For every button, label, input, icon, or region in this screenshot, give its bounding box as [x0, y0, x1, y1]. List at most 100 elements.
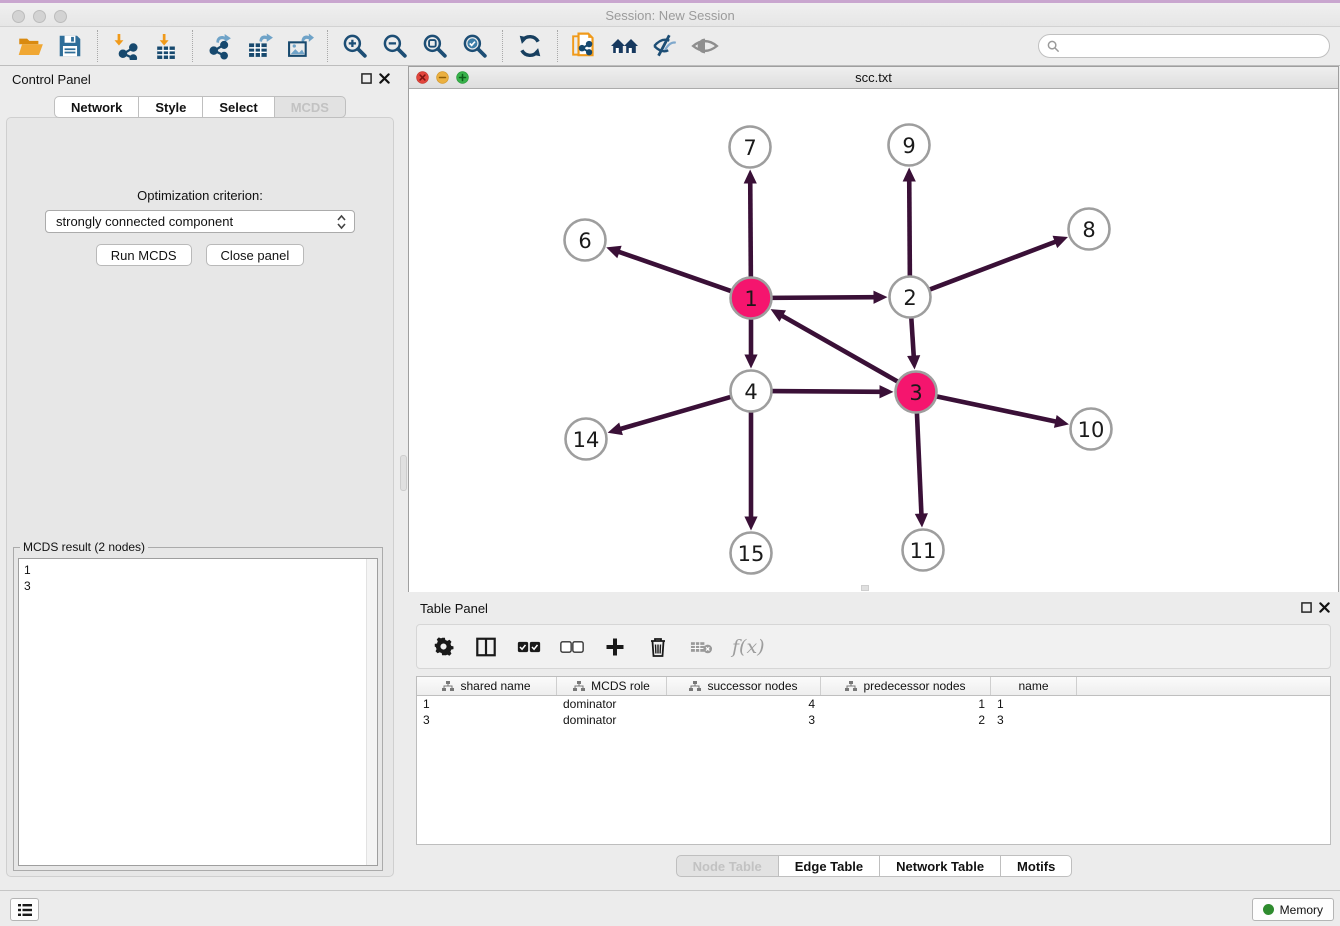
graph-edge-4-3[interactable] — [769, 391, 881, 392]
column-header-name[interactable]: name — [991, 677, 1077, 695]
network-canvas[interactable]: 7968124314101511 — [409, 89, 1338, 592]
tab-mcds[interactable]: MCDS — [275, 96, 346, 118]
import-network-icon[interactable] — [110, 31, 140, 61]
float-panel-icon[interactable] — [361, 73, 372, 84]
network-file-icon[interactable] — [570, 31, 600, 61]
column-header-label: successor nodes — [707, 679, 797, 693]
select-all-rows-icon[interactable] — [517, 635, 541, 659]
tab-node-table[interactable]: Node Table — [676, 855, 779, 877]
toolbar-separator — [192, 30, 193, 62]
table-row[interactable]: 3dominator323 — [417, 712, 1330, 728]
graph-edge-4-14[interactable] — [619, 396, 733, 429]
table-cell[interactable]: 2 — [821, 712, 991, 728]
save-session-icon[interactable] — [55, 31, 85, 61]
float-table-panel-icon[interactable] — [1301, 602, 1312, 613]
close-panel-button[interactable]: Close panel — [206, 244, 305, 266]
edge-arrowhead — [1054, 415, 1069, 428]
memory-label: Memory — [1280, 903, 1323, 917]
table-cell[interactable]: 1 — [991, 696, 1077, 712]
tab-select[interactable]: Select — [203, 96, 274, 118]
network-window-titlebar[interactable]: scc.txt — [409, 67, 1338, 89]
graph-edge-1-2[interactable] — [769, 297, 875, 298]
control-panel-title: Control Panel — [12, 72, 91, 87]
table-cell[interactable]: 3 — [417, 712, 557, 728]
status-bar: Memory — [0, 890, 1340, 926]
table-cell[interactable]: 3 — [991, 712, 1077, 728]
home-layout-icon[interactable] — [610, 31, 640, 61]
graph-edge-2-8[interactable] — [927, 241, 1056, 290]
show-graphics-details-icon[interactable] — [690, 31, 720, 61]
graph-edge-2-3[interactable] — [911, 315, 914, 357]
close-table-panel-icon[interactable] — [1319, 602, 1330, 613]
export-image-icon[interactable] — [285, 31, 315, 61]
result-line: 3 — [24, 578, 377, 594]
edge-arrowhead — [879, 385, 893, 398]
task-history-button[interactable] — [10, 898, 39, 921]
mcds-result-list[interactable]: 13 — [18, 558, 378, 866]
criterion-select[interactable]: strongly connected component — [45, 210, 355, 233]
table-cell[interactable]: 1 — [821, 696, 991, 712]
graph-edge-3-10[interactable] — [934, 396, 1057, 422]
column-visibility-icon[interactable] — [474, 635, 498, 659]
graph-edge-1-6[interactable] — [618, 251, 734, 292]
table-panel-header: Table Panel — [408, 595, 1340, 623]
table-cell[interactable]: 4 — [667, 696, 821, 712]
search-field[interactable] — [1038, 34, 1330, 58]
function-builder-icon[interactable]: f(x) — [732, 636, 765, 658]
hide-graphics-details-icon[interactable] — [650, 31, 680, 61]
result-scrollbar[interactable] — [366, 559, 377, 865]
tab-style[interactable]: Style — [139, 96, 203, 118]
zoom-selected-icon[interactable] — [460, 31, 490, 61]
zoom-fit-icon[interactable] — [420, 31, 450, 61]
result-line: 1 — [24, 562, 377, 578]
toolbar-separator — [502, 30, 503, 62]
tab-network-table[interactable]: Network Table — [880, 855, 1001, 877]
network-window-title: scc.txt — [409, 70, 1338, 85]
export-network-icon[interactable] — [205, 31, 235, 61]
graph-node-label: 10 — [1078, 418, 1105, 442]
graph-node-label: 3 — [909, 381, 922, 405]
memory-button[interactable]: Memory — [1252, 898, 1334, 921]
column-header-shared-name[interactable]: shared name — [417, 677, 557, 695]
canvas-resize-handle[interactable] — [861, 585, 869, 591]
select-spinner-icon — [337, 214, 346, 230]
zoom-in-icon[interactable] — [340, 31, 370, 61]
zoom-out-icon[interactable] — [380, 31, 410, 61]
close-panel-icon[interactable] — [379, 73, 390, 84]
column-header-MCDS-role[interactable]: MCDS role — [557, 677, 667, 695]
column-header-predecessor-nodes[interactable]: predecessor nodes — [821, 677, 991, 695]
graph-edge-1-7[interactable] — [750, 181, 751, 279]
delete-table-icon[interactable] — [689, 635, 713, 659]
network-view-window: scc.txt 7968124314101511 — [408, 66, 1339, 592]
edge-arrowhead — [907, 355, 920, 369]
graph-node-label: 7 — [743, 136, 756, 160]
graph-node-label: 1 — [744, 287, 757, 311]
graph-edge-3-11[interactable] — [917, 410, 922, 515]
table-cell[interactable]: 1 — [417, 696, 557, 712]
refresh-view-icon[interactable] — [515, 31, 545, 61]
table-cell[interactable]: 3 — [667, 712, 821, 728]
add-column-icon[interactable] — [603, 635, 627, 659]
graph-edge-2-9[interactable] — [909, 179, 910, 278]
graph-edge-3-1[interactable] — [781, 315, 900, 383]
column-header-successor-nodes[interactable]: successor nodes — [667, 677, 821, 695]
export-table-icon[interactable] — [245, 31, 275, 61]
criterion-value: strongly connected component — [56, 214, 233, 229]
deselect-all-rows-icon[interactable] — [560, 635, 584, 659]
delete-column-icon[interactable] — [646, 635, 670, 659]
import-table-icon[interactable] — [150, 31, 180, 61]
run-mcds-button[interactable]: Run MCDS — [96, 244, 192, 266]
tab-edge-table[interactable]: Edge Table — [779, 855, 880, 877]
splitter-handle[interactable] — [400, 455, 407, 491]
table-settings-icon[interactable] — [431, 635, 455, 659]
search-input[interactable] — [1065, 39, 1321, 54]
search-icon — [1047, 40, 1060, 53]
tab-motifs[interactable]: Motifs — [1001, 855, 1072, 877]
tab-network[interactable]: Network — [54, 96, 139, 118]
window-title: Session: New Session — [0, 8, 1340, 23]
table-row[interactable]: 1dominator411 — [417, 696, 1330, 712]
table-cell[interactable]: dominator — [557, 712, 667, 728]
open-session-icon[interactable] — [15, 31, 45, 61]
table-cell[interactable]: dominator — [557, 696, 667, 712]
column-header-label: predecessor nodes — [863, 679, 965, 693]
